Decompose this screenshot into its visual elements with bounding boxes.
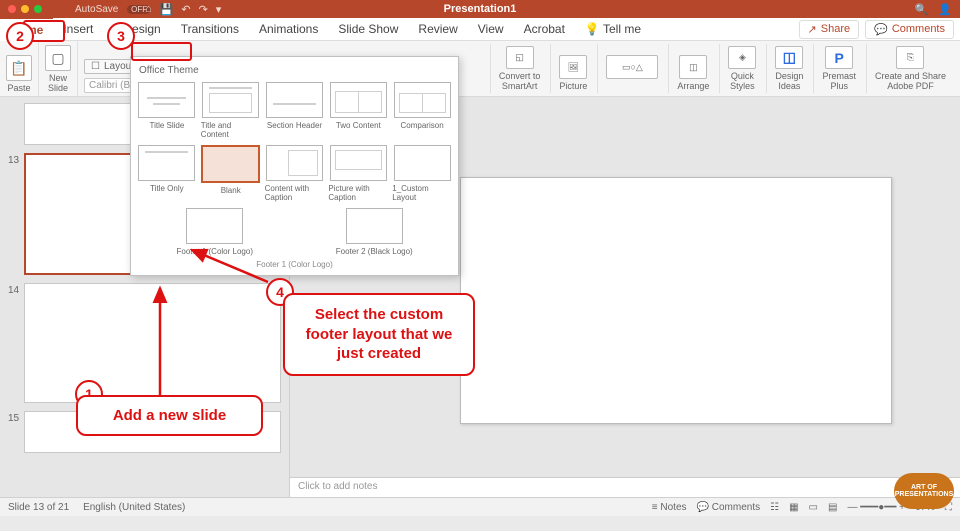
- tab-slideshow[interactable]: Slide Show: [328, 18, 408, 40]
- more-icon[interactable]: ▾: [216, 3, 222, 16]
- ribbon-tabs: Home Insert Draw Design Transitions Anim…: [0, 18, 960, 41]
- premast-icon: P: [825, 46, 853, 69]
- layout-picture-caption[interactable]: Picture with Caption: [328, 145, 388, 202]
- search-icon[interactable]: 🔍: [915, 3, 929, 16]
- quickstyles-label: Quick Styles: [730, 71, 755, 91]
- thumb-number: 14: [8, 283, 24, 296]
- autosave-text: AutoSave: [75, 4, 118, 15]
- view-sorter-icon[interactable]: ▦: [789, 502, 798, 513]
- paste-icon[interactable]: 📋: [6, 55, 32, 81]
- view-slideshow-icon[interactable]: ▤: [828, 502, 837, 513]
- annotation-marker-2: 2: [6, 22, 34, 50]
- layout-footer2-black[interactable]: Footer 2 (Black Logo): [297, 208, 453, 256]
- slide-canvas[interactable]: [460, 177, 892, 424]
- adobe-icon: ⎘: [896, 46, 924, 69]
- tab-acrobat[interactable]: Acrobat: [514, 18, 575, 40]
- layout-content-caption[interactable]: Content with Caption: [265, 145, 325, 202]
- layout-title-content[interactable]: Title and Content: [201, 82, 261, 139]
- convert-smartart-button[interactable]: ◱ Convert to SmartArt: [490, 44, 549, 93]
- minimize-icon[interactable]: [21, 5, 29, 13]
- layout-two-content[interactable]: Two Content: [328, 82, 388, 139]
- maximize-icon[interactable]: [34, 5, 42, 13]
- layout-custom1[interactable]: 1_Custom Layout: [392, 145, 452, 202]
- slide-counter: Slide 13 of 21: [8, 502, 69, 513]
- new-slide-label: New Slide: [48, 73, 68, 93]
- adobe-pdf-button[interactable]: ⎘ Create and Share Adobe PDF: [866, 44, 954, 93]
- user-icon[interactable]: 👤: [938, 3, 952, 16]
- view-reading-icon[interactable]: ▭: [809, 502, 818, 513]
- notes-pane[interactable]: Click to add notes: [290, 477, 960, 497]
- quick-access-toolbar[interactable]: ⌂ 💾 ↶ ↷ ▾: [145, 3, 221, 16]
- arrange-button[interactable]: ◫ Arrange: [668, 44, 717, 93]
- shapes-label: [631, 81, 634, 91]
- annotation-highlight-layout: [131, 42, 192, 61]
- share-button[interactable]: ↗ Share: [799, 20, 860, 39]
- picture-icon: 🖼: [559, 55, 587, 79]
- smartart-icon: ◱: [506, 46, 534, 69]
- arrange-icon: ◫: [679, 55, 707, 79]
- watermark-logo: ART OF PRESENTATIONS: [894, 473, 954, 509]
- notes-toggle[interactable]: ≡ Notes: [652, 502, 687, 513]
- layout-footer-repeat: Footer 1 (Color Logo): [137, 260, 452, 269]
- status-bar: Slide 13 of 21 English (United States) ≡…: [0, 497, 960, 516]
- layout-comparison[interactable]: Comparison: [392, 82, 452, 139]
- smartart-label: Convert to SmartArt: [499, 71, 541, 91]
- quick-styles-button[interactable]: ◈ Quick Styles: [719, 44, 764, 93]
- annotation-callout-1: Add a new slide: [76, 395, 263, 436]
- premast-label: Premast Plus: [822, 71, 856, 91]
- tab-animations[interactable]: Animations: [249, 18, 328, 40]
- comments-toggle[interactable]: 💬 Comments: [697, 502, 761, 513]
- view-normal-icon[interactable]: ☷: [770, 502, 779, 513]
- shapes-icon: ▭○△: [606, 55, 658, 79]
- thumb-number: 15: [8, 411, 24, 424]
- home-icon[interactable]: ⌂: [145, 3, 152, 16]
- slide-thumbnail-14[interactable]: [24, 283, 281, 403]
- layout-title-slide[interactable]: Title Slide: [137, 82, 197, 139]
- premast-button[interactable]: P Premast Plus: [813, 44, 864, 93]
- zoom-slider[interactable]: — ━━━●━━ +: [847, 502, 905, 513]
- paste-label: Paste: [7, 83, 30, 93]
- designideas-icon: ◫: [775, 46, 803, 69]
- tab-review[interactable]: Review: [408, 18, 467, 40]
- annotation-callout-2: Select the custom footer layout that we …: [283, 293, 475, 376]
- layout-section-header[interactable]: Section Header: [265, 82, 325, 139]
- undo-icon[interactable]: ↶: [181, 3, 190, 16]
- layout-title-only[interactable]: Title Only: [137, 145, 197, 202]
- designideas-label: Design Ideas: [775, 71, 803, 91]
- tab-transitions[interactable]: Transitions: [171, 18, 249, 40]
- annotation-marker-3: 3: [107, 22, 135, 50]
- tab-tellme[interactable]: 💡 Tell me: [575, 18, 651, 40]
- shapes-gallery[interactable]: ▭○△: [597, 44, 666, 93]
- save-icon[interactable]: 💾: [160, 3, 174, 16]
- thumb-row[interactable]: 14: [8, 283, 281, 403]
- close-icon[interactable]: [8, 5, 16, 13]
- adobe-label: Create and Share Adobe PDF: [875, 71, 946, 91]
- new-slide-group[interactable]: ▢ New Slide: [39, 41, 78, 96]
- layout-footer1-color[interactable]: Footer 1 (Color Logo): [137, 208, 293, 256]
- quickstyles-icon: ◈: [728, 46, 756, 69]
- thumb-number: 13: [8, 153, 24, 166]
- picture-button[interactable]: 🖼 Picture: [550, 44, 595, 93]
- arrange-label: Arrange: [677, 81, 709, 91]
- language-indicator[interactable]: English (United States): [83, 502, 185, 513]
- picture-label: Picture: [559, 81, 587, 91]
- design-ideas-button[interactable]: ◫ Design Ideas: [766, 44, 811, 93]
- thumb-number: [8, 103, 24, 105]
- comments-button[interactable]: 💬 Comments: [865, 20, 954, 39]
- autosave-label: AutoSave OFF: [75, 4, 151, 15]
- dropdown-section-title: Office Theme: [137, 63, 452, 82]
- layout-blank[interactable]: Blank: [201, 145, 261, 202]
- layout-icon: ☐: [91, 61, 100, 72]
- new-slide-icon[interactable]: ▢: [45, 45, 71, 71]
- tab-view[interactable]: View: [468, 18, 514, 40]
- traffic-lights[interactable]: [8, 5, 42, 13]
- redo-icon[interactable]: ↷: [199, 3, 208, 16]
- layout-dropdown[interactable]: Office Theme Title Slide Title and Conte…: [130, 56, 459, 276]
- window-titlebar: AutoSave OFF ⌂ 💾 ↶ ↷ ▾ Presentation1 🔍 👤: [0, 0, 960, 18]
